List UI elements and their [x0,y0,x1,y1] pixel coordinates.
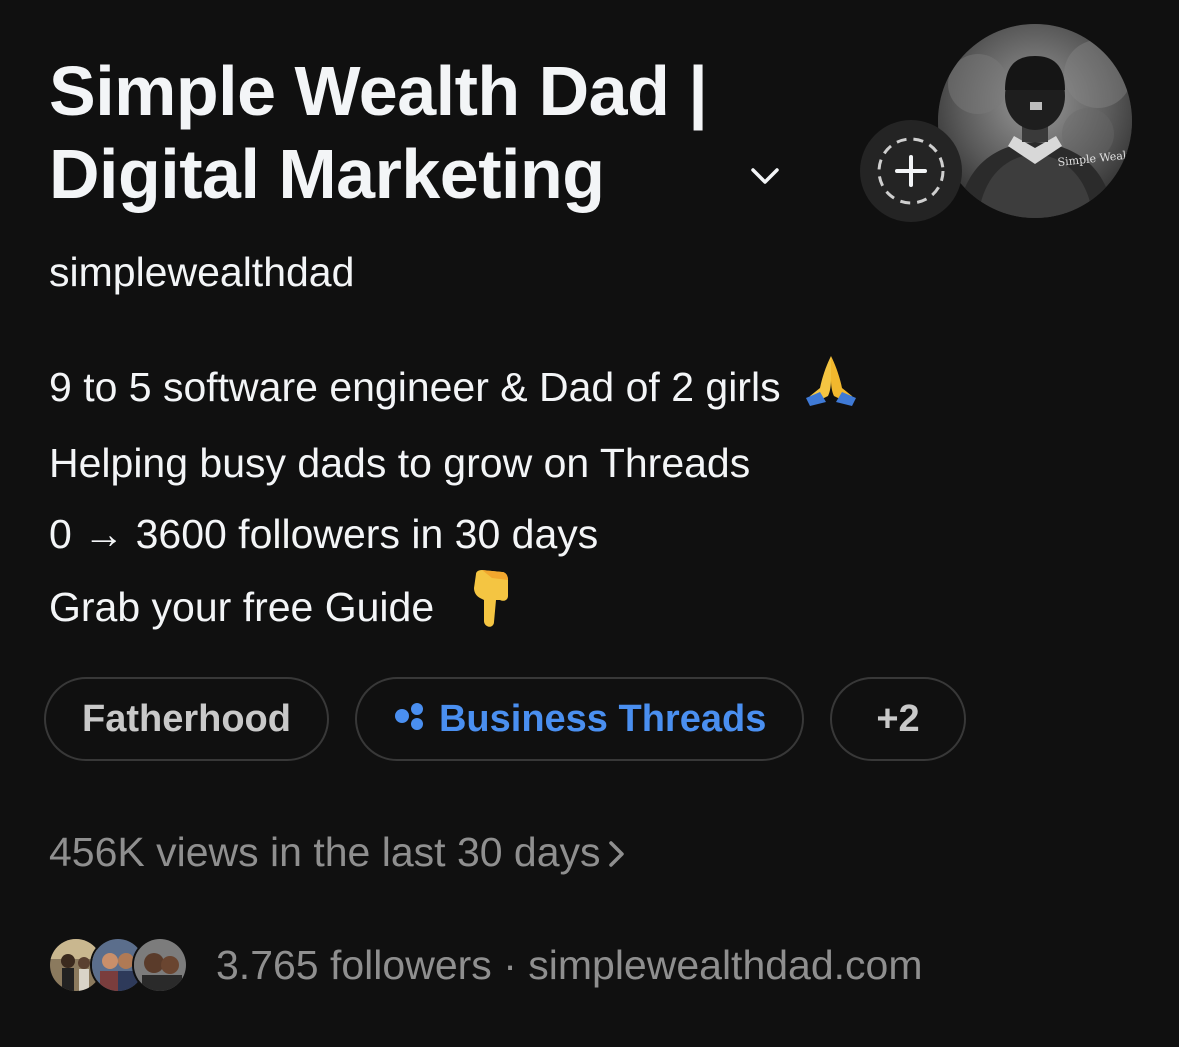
profile-name: Simple Wealth Dad | Digital Marketing [49,50,739,216]
community-dots-icon [393,698,427,741]
chevron-right-icon [607,829,627,875]
separator: · [503,942,517,988]
bio-line-4-text: Grab your free Guide [49,584,435,630]
website-link[interactable]: simplewealthdad.com [528,942,922,988]
profile-avatar[interactable]: Simple Wealth Dad [938,24,1132,218]
followers-count[interactable]: 3.765 followers [216,942,492,988]
tag-business-threads[interactable]: Business Threads [354,677,805,761]
pointing-down-icon [468,570,512,650]
tag-business-threads-label: Business Threads [438,697,767,740]
followers-text: 3.765 followers · simplewealthdad.com [216,939,923,991]
bio-line-2: Helping busy dads to grow on Threads [49,440,751,487]
followers-row: 3.765 followers · simplewealthdad.com [48,937,923,993]
bio-line-1-text: 9 to 5 software engineer & Dad of 2 girl… [49,364,781,410]
follower-avatars[interactable] [48,937,188,993]
folded-hands-icon [802,352,860,428]
plus-icon [877,137,945,205]
tag-more[interactable]: +2 [830,677,966,761]
bio-line-1: 9 to 5 software engineer & Dad of 2 girl… [49,352,860,428]
chevron-down-icon[interactable] [745,158,785,194]
views-text: 456K views in the last 30 days [49,829,601,875]
bio-line-3: 0 → 3600 followers in 30 days [49,511,599,558]
tag-fatherhood[interactable]: Fatherhood [44,677,329,761]
tag-more-label: +2 [876,697,920,740]
tag-fatherhood-label: Fatherhood [82,697,291,740]
username: simplewealthdad [49,249,355,295]
display-name-line-1: Simple Wealth Dad | [49,52,708,130]
bio: 9 to 5 software engineer & Dad of 2 girl… [49,352,860,650]
topic-tags: Fatherhood Business Threads +2 [44,677,966,761]
display-name-line-2: Digital Marketing [49,135,605,213]
bio-line-4: Grab your free Guide [49,570,860,650]
follower-avatar-3 [132,937,188,993]
views-insights-link[interactable]: 456K views in the last 30 days [49,826,627,878]
add-story-button[interactable] [860,120,962,222]
